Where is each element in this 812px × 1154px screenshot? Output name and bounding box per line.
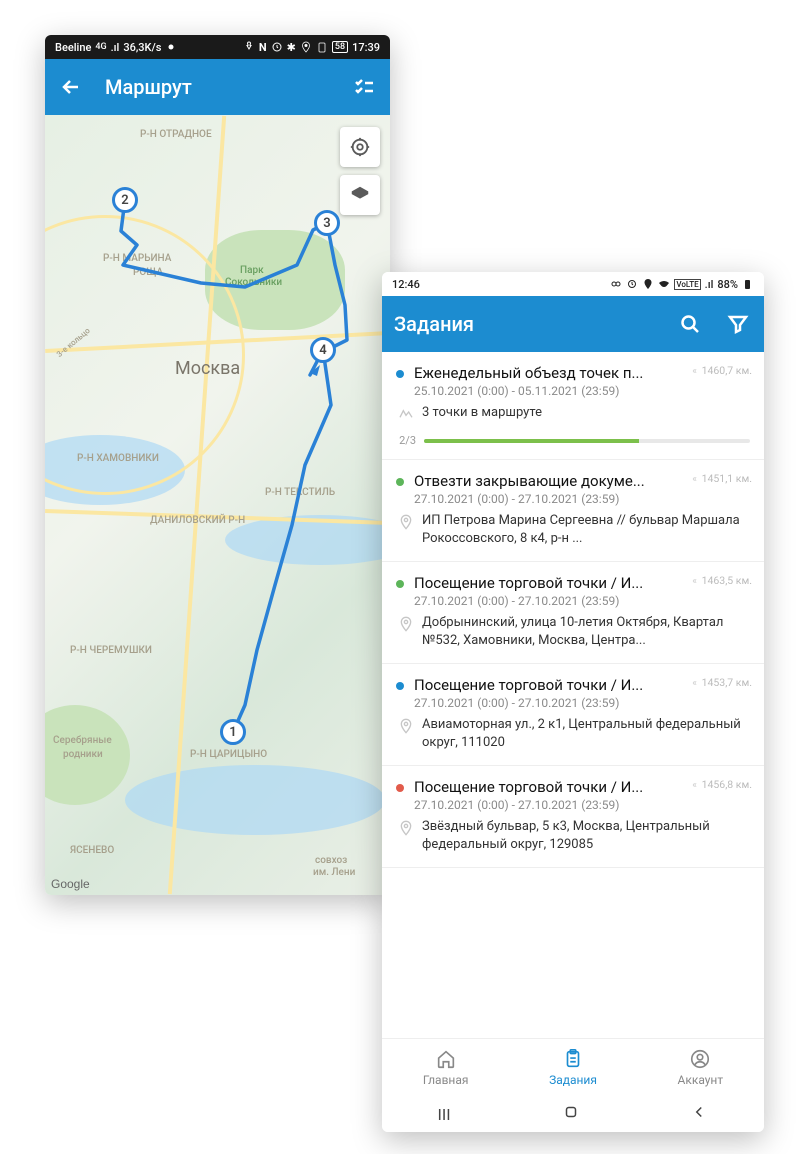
status-dot bbox=[396, 478, 404, 486]
locate-button[interactable] bbox=[340, 127, 380, 167]
app-bar: Задания bbox=[382, 296, 764, 352]
page-title: Задания bbox=[394, 312, 656, 336]
route-icon bbox=[398, 406, 414, 422]
waypoint-4[interactable]: 4 bbox=[310, 337, 336, 363]
task-address: Авиамоторная ул., 2 к1, Центральный феде… bbox=[422, 716, 750, 751]
task-distance: 1456,8 км. bbox=[692, 778, 752, 791]
waypoint-2[interactable]: 2 bbox=[112, 187, 138, 213]
nav-account[interactable]: Аккаунт bbox=[637, 1039, 764, 1096]
task-dates: 27.10.2021 (0:00) - 27.10.2021 (23:59) bbox=[414, 594, 750, 608]
district-label: им. Лени bbox=[313, 867, 355, 878]
district-label: Р-Н ЦАРИЦЫНО bbox=[190, 749, 267, 760]
task-list[interactable]: 1460,7 км.Еженедельный объезд точек п...… bbox=[382, 352, 764, 1038]
sys-back[interactable] bbox=[690, 1103, 708, 1125]
task-dates: 27.10.2021 (0:00) - 27.10.2021 (23:59) bbox=[414, 492, 750, 506]
district-label: Парк bbox=[240, 265, 264, 276]
progress-fraction: 2/3 bbox=[396, 434, 416, 447]
battery-pct: 58 bbox=[332, 41, 348, 53]
task-item[interactable]: 1451,1 км.Отвезти закрывающие докуме...2… bbox=[382, 460, 764, 562]
nav-tasks[interactable]: Задания bbox=[509, 1039, 636, 1096]
district-label: Р-Н ТЕКСТИЛЬ bbox=[265, 487, 335, 498]
task-address: ИП Петрова Марина Сергеевна // бульвар М… bbox=[422, 512, 750, 547]
sys-home[interactable] bbox=[562, 1103, 580, 1125]
location-icon bbox=[398, 616, 414, 632]
layers-button[interactable] bbox=[340, 175, 380, 215]
city-label: Москва bbox=[175, 358, 240, 379]
home-icon bbox=[435, 1048, 457, 1070]
account-icon bbox=[689, 1048, 711, 1070]
task-distance: 1463,5 км. bbox=[692, 574, 752, 587]
bottom-nav: Главная Задания Аккаунт bbox=[382, 1038, 764, 1096]
search-button[interactable] bbox=[676, 310, 704, 338]
status-bar: 12:46 VoLTE .ıl 88% bbox=[382, 272, 764, 296]
google-attribution: Google bbox=[51, 877, 90, 891]
status-bar: Beeline 4G .ıl 36,3K/s N ✱ 58 17:39 bbox=[45, 35, 390, 59]
filter-button[interactable] bbox=[724, 310, 752, 338]
status-dot bbox=[396, 682, 404, 690]
waypoint-3[interactable]: 3 bbox=[314, 210, 340, 236]
status-dot bbox=[396, 370, 404, 378]
district-label: ЯСЕНЕВО bbox=[70, 845, 114, 856]
task-dates: 27.10.2021 (0:00) - 27.10.2021 (23:59) bbox=[414, 798, 750, 812]
task-item[interactable]: 1456,8 км.Посещение торговой точки / И..… bbox=[382, 766, 764, 868]
progress-bar bbox=[424, 439, 750, 443]
phone-route: Beeline 4G .ıl 36,3K/s N ✱ 58 17:39 Марш… bbox=[45, 35, 390, 895]
back-button[interactable] bbox=[57, 73, 85, 101]
status-dot bbox=[396, 580, 404, 588]
map[interactable]: Р-Н ОТРАДНОЕ Р-Н МАРЬИНА РОЩА ПаркСокольник… bbox=[45, 115, 390, 895]
clock: 17:39 bbox=[352, 41, 380, 54]
task-distance: 1453,7 км. bbox=[692, 676, 752, 689]
task-dates: 25.10.2021 (0:00) - 05.11.2021 (23:59) bbox=[414, 384, 750, 398]
checklist-button[interactable] bbox=[350, 73, 378, 101]
status-dot bbox=[396, 784, 404, 792]
district-label: Р-Н ХАМОВНИКИ bbox=[77, 453, 159, 464]
task-item[interactable]: 1460,7 км.Еженедельный объезд точек п...… bbox=[382, 352, 764, 460]
district-label: Р-Н МАРЬИНА bbox=[103, 253, 171, 264]
district-label: родники bbox=[63, 749, 103, 760]
system-nav: III bbox=[382, 1096, 764, 1132]
district-label: Сокольники bbox=[225, 277, 282, 288]
task-distance: 1460,7 км. bbox=[692, 364, 752, 377]
sys-recents[interactable]: III bbox=[437, 1105, 450, 1124]
task-address: Звёздный бульвар, 5 к3, Москва, Централь… bbox=[422, 818, 750, 853]
district-label: Р-Н ЧЕРЕМУШКИ bbox=[70, 645, 152, 656]
app-bar: Маршрут bbox=[45, 59, 390, 115]
location-icon bbox=[398, 820, 414, 836]
district-label: совхоз bbox=[315, 855, 347, 866]
task-dates: 27.10.2021 (0:00) - 27.10.2021 (23:59) bbox=[414, 696, 750, 710]
carrier-label: Beeline bbox=[55, 41, 91, 54]
location-icon bbox=[398, 514, 414, 530]
task-item[interactable]: 1453,7 км.Посещение торговой точки / И..… bbox=[382, 664, 764, 766]
waypoint-1[interactable]: 1 bbox=[220, 719, 246, 745]
clock: 12:46 bbox=[392, 278, 420, 291]
battery-pct: 88% bbox=[717, 278, 738, 291]
netspeed-label: 36,3K/s bbox=[123, 41, 161, 54]
district-label: Р-Н ОТРАДНОЕ bbox=[140, 129, 212, 140]
clipboard-icon bbox=[562, 1048, 584, 1070]
task-address: Добрынинский, улица 10-летия Октября, Кв… bbox=[422, 614, 750, 649]
district-label: ДАНИЛОВСКИЙ Р-Н bbox=[150, 515, 245, 526]
district-label: РОЩА bbox=[133, 267, 163, 278]
nav-home[interactable]: Главная bbox=[382, 1039, 509, 1096]
page-title: Маршрут bbox=[105, 75, 330, 99]
route-summary: 3 точки в маршруте bbox=[422, 404, 542, 422]
phone-tasks: 12:46 VoLTE .ıl 88% Задания 1460,7 км.Еж… bbox=[382, 272, 764, 1132]
location-icon bbox=[398, 718, 414, 734]
task-item[interactable]: 1463,5 км.Посещение торговой точки / И..… bbox=[382, 562, 764, 664]
district-label: Серебряные bbox=[53, 735, 112, 746]
task-distance: 1451,1 км. bbox=[692, 472, 752, 485]
